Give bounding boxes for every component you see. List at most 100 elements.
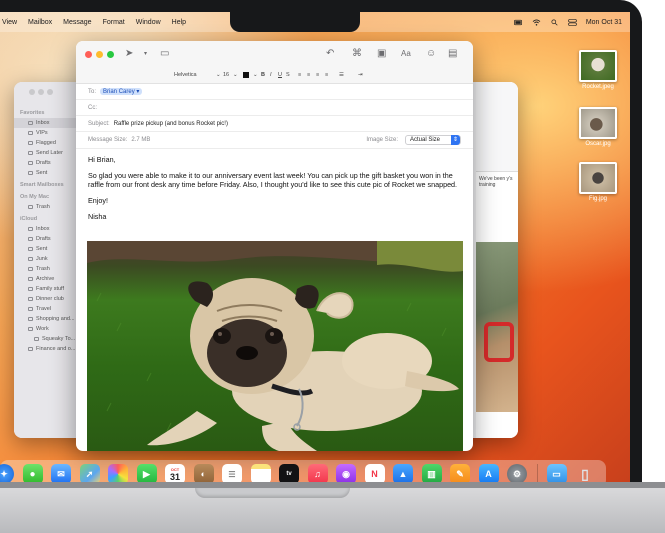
image-size-label: Image Size: (366, 137, 398, 143)
sidebar-item-sent[interactable]: Sent (14, 168, 78, 178)
sidebar-item-icloud-trash[interactable]: Trash (14, 264, 78, 274)
search-icon[interactable] (550, 18, 559, 26)
sidebar-item-icloud-drafts[interactable]: Drafts (14, 234, 78, 244)
trash-icon[interactable]: ▯ (575, 464, 595, 482)
sidebar-item-drafts[interactable]: Drafts (14, 158, 78, 168)
numbers-icon[interactable]: ▥ (421, 464, 442, 482)
align-center-icon[interactable]: ≡ (307, 72, 310, 78)
image-thumbnail (579, 162, 617, 194)
sidebar-item-junk[interactable]: Junk (14, 254, 78, 264)
sidebar-item-archive[interactable]: Archive (14, 274, 78, 284)
image-size-select[interactable]: Actual Size ⇕ (405, 135, 461, 145)
underline-icon[interactable]: U (278, 72, 282, 78)
menu-mailbox[interactable]: Mailbox (28, 19, 52, 26)
highlight-chevron-icon[interactable]: ⌄ (253, 72, 258, 78)
desktop-file[interactable]: Rocket.jpeg (575, 50, 621, 90)
close-button[interactable] (85, 51, 92, 58)
calendar-icon[interactable]: OCT 31 (165, 464, 185, 482)
control-center-icon[interactable] (568, 18, 577, 26)
maps-icon[interactable]: ➚ (79, 464, 100, 482)
strikethrough-icon[interactable]: S (286, 72, 290, 78)
laptop-base (0, 488, 665, 533)
font-family-chevron-icon: ⌄ (216, 72, 221, 78)
wifi-icon[interactable] (532, 18, 541, 26)
photos-icon[interactable] (108, 464, 128, 482)
mail-icon[interactable]: ✉ (51, 464, 71, 482)
attachment-icon[interactable]: ⌘ (352, 49, 362, 59)
app-store-icon[interactable]: A (478, 464, 499, 482)
bold-icon[interactable]: B (261, 72, 265, 78)
to-field[interactable]: To: Brian Carey ▾ (76, 84, 473, 100)
music-icon[interactable]: ♫ (307, 464, 328, 482)
settings-icon[interactable]: ⚙ (507, 464, 527, 482)
sidebar-item-family[interactable]: Family stuff (14, 284, 78, 294)
font-size-select[interactable]: 16 (223, 72, 229, 78)
recipient-token[interactable]: Brian Carey ▾ (100, 88, 143, 95)
folder-icon (28, 287, 33, 291)
chevron-down-icon[interactable]: ▾ (144, 49, 147, 59)
menu-help[interactable]: Help (172, 19, 186, 26)
list-icon[interactable]: ☰ (339, 72, 344, 78)
text-color-swatch[interactable] (243, 72, 249, 80)
photo-browser-icon[interactable]: ▤ (448, 49, 457, 59)
tv-icon[interactable]: tv (279, 464, 299, 482)
italic-icon[interactable]: I (270, 72, 272, 78)
reply-icon[interactable]: ↶ (326, 49, 334, 59)
header-fields-icon[interactable]: ▭ (160, 49, 169, 59)
sidebar-item-inbox[interactable]: Inbox (14, 118, 78, 128)
message-body[interactable]: Hi Brian, So glad you were able to make … (76, 149, 473, 234)
indent-icon[interactable]: ⇥ (358, 72, 363, 78)
sidebar-item-squeaky[interactable]: Squeaky To... (14, 334, 78, 344)
pages-icon[interactable]: ✎ (450, 464, 470, 482)
message-size-label: Message Size: (88, 137, 128, 143)
minimize-button[interactable] (96, 51, 103, 58)
subject-field[interactable]: Subject: Raffle prize pickup (and bonus … (76, 116, 473, 132)
messages-icon[interactable]: ● (22, 464, 43, 482)
font-icon[interactable]: Aa (401, 49, 411, 59)
sidebar-item-vips[interactable]: VIPs (14, 128, 78, 138)
safari-icon[interactable]: ✦ (0, 464, 14, 482)
downloads-folder-icon[interactable]: ▭ (546, 464, 567, 482)
zoom-button[interactable] (107, 51, 114, 58)
clock-icon (28, 151, 33, 155)
sidebar-item-send-later[interactable]: Send Later (14, 148, 78, 158)
menu-message[interactable]: Message (63, 19, 91, 26)
sidebar-item-trash[interactable]: Trash (14, 202, 78, 212)
sidebar-item-icloud-sent[interactable]: Sent (14, 244, 78, 254)
pug-illustration (87, 241, 463, 451)
menu-view[interactable]: View (2, 19, 17, 26)
desktop-file[interactable]: Fig.jpg (575, 162, 621, 202)
battery-icon[interactable] (513, 19, 523, 26)
news-icon[interactable]: N (364, 464, 385, 482)
desktop-file[interactable]: Oscar.jpg (575, 107, 621, 147)
align-left-icon[interactable]: ≡ (298, 72, 301, 78)
sidebar-item-icloud-inbox[interactable]: Inbox (14, 224, 78, 234)
font-family-select[interactable]: Helvetica (174, 72, 197, 78)
keynote-icon[interactable]: ▲ (393, 464, 413, 482)
sidebar-item-dinner[interactable]: Dinner club (14, 294, 78, 304)
menu-window[interactable]: Window (136, 19, 161, 26)
align-right-icon[interactable]: ≡ (316, 72, 319, 78)
justify-icon[interactable]: ≡ (325, 72, 328, 78)
compose-toolbar: ➤ ▾ ▭ ↶ ⌘ ▣ Aa ☺ ▤ (76, 41, 473, 68)
menu-format[interactable]: Format (103, 19, 125, 26)
cc-field[interactable]: Cc: (76, 100, 473, 116)
notes-icon[interactable] (250, 464, 271, 482)
menu-clock[interactable]: Mon Oct 31 (586, 19, 622, 26)
to-label: To: (88, 88, 97, 95)
facetime-icon[interactable]: ▶ (136, 464, 157, 482)
message-size-value: 2.7 MB (131, 137, 151, 143)
inline-photo-pug[interactable] (87, 241, 463, 451)
sidebar-item-travel[interactable]: Travel (14, 304, 78, 314)
compose-icon[interactable]: ▣ (377, 49, 386, 59)
podcasts-icon[interactable]: ◉ (336, 464, 356, 482)
reminders-icon[interactable]: ☰ (222, 464, 242, 482)
contacts-icon[interactable]: ◐ (193, 464, 214, 482)
sidebar-item-finance[interactable]: Finance and o... (14, 344, 78, 354)
send-icon[interactable]: ➤ (125, 49, 133, 59)
sidebar-item-shopping[interactable]: Shopping and... (14, 314, 78, 324)
sidebar-item-work[interactable]: Work (14, 324, 78, 334)
sidebar-item-flagged[interactable]: Flagged (14, 138, 78, 148)
emoji-icon[interactable]: ☺ (426, 49, 436, 59)
archive-icon (28, 277, 33, 281)
